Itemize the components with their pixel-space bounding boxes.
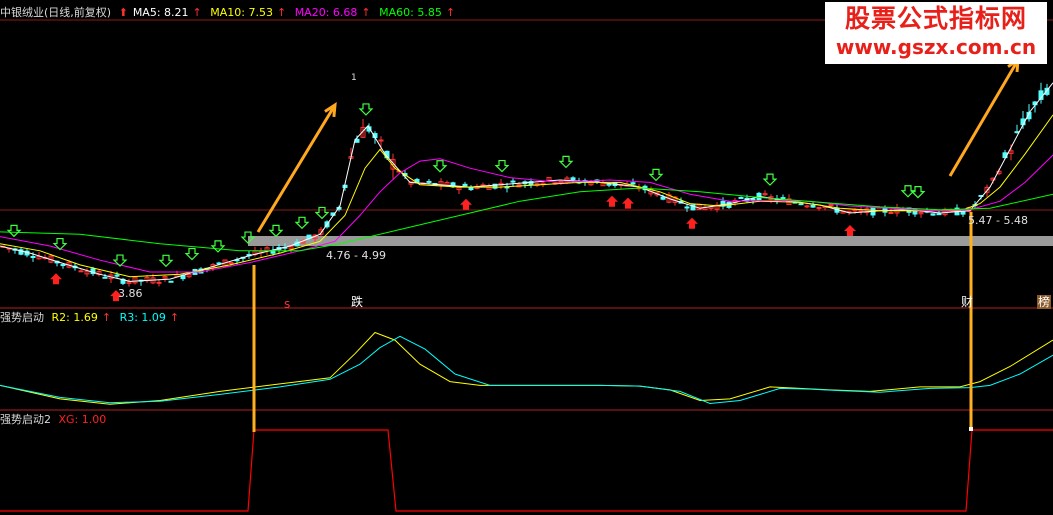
candle-body xyxy=(228,262,234,265)
support-band xyxy=(248,236,1053,246)
sell-signal-red-arrow-icon xyxy=(460,198,472,210)
price-range-left: 4.76 - 4.99 xyxy=(326,249,386,262)
candle-body xyxy=(930,213,936,216)
candle-body xyxy=(462,183,468,187)
ma5-label: MA5: 8.21 xyxy=(132,6,189,19)
indicator1-title: 强势启动 xyxy=(0,311,44,324)
candle-body xyxy=(102,276,108,279)
r2-label: R2: 1.69 xyxy=(51,311,98,324)
buy-signal-green-arrow-icon xyxy=(6,224,22,238)
candle-body xyxy=(510,180,516,183)
signal-line-xg xyxy=(0,429,1053,512)
stock-title: 中银绒业(日线,前复权) xyxy=(0,6,112,19)
candle-body xyxy=(606,183,612,186)
buy-signal-green-arrow-icon xyxy=(268,224,284,238)
stock-chart xyxy=(0,19,1053,512)
buy-signal-green-arrow-icon xyxy=(210,240,226,253)
event-tag-cai[interactable]: 财 xyxy=(961,295,973,309)
up-arrow-icon: ↑ xyxy=(276,6,287,19)
sell-signal-red-arrow-icon xyxy=(50,273,62,285)
trend-arrow-2 xyxy=(948,59,1020,177)
ma10-label: MA10: 7.53 xyxy=(210,6,273,19)
candle-body xyxy=(78,270,84,273)
candle-body xyxy=(570,177,576,180)
up-arrow-icon: ⬆ xyxy=(118,6,128,19)
watermark-line1: 股票公式指标网 xyxy=(844,4,1027,33)
candle-body xyxy=(660,196,666,200)
sell-signal-red-arrow-icon xyxy=(686,217,698,229)
candle-body xyxy=(168,280,174,283)
ma20-label: MA20: 6.68 xyxy=(294,6,358,19)
buy-signal-green-arrow-icon xyxy=(494,159,510,173)
peak-tick-label: 1 xyxy=(351,73,357,83)
up-arrow-icon: ↑ xyxy=(192,6,202,19)
ma-line-ma10 xyxy=(0,114,1053,278)
buy-signal-green-arrow-icon xyxy=(294,216,310,230)
candle-body xyxy=(888,211,894,214)
buy-signal-green-arrow-icon xyxy=(910,186,926,199)
sell-signal-red-arrow-icon xyxy=(622,197,634,209)
ma60-label: MA60: 5.85 xyxy=(379,6,442,19)
candle-body xyxy=(738,196,744,199)
buy-signal-green-arrow-icon xyxy=(762,173,778,186)
buy-signal-green-arrow-icon xyxy=(184,247,200,261)
indicator2-header: 强势启动2 XG: 1.00 xyxy=(0,413,110,427)
event-tag-die[interactable]: 跌 xyxy=(351,295,363,309)
main-header: 中银绒业(日线,前复权) ⬆ MA5: 8.21 ↑ MA10: 7.53 ↑ MA2… xyxy=(0,6,460,20)
candle-body xyxy=(750,198,756,201)
candle-body xyxy=(684,206,690,209)
candle-body xyxy=(780,197,786,200)
candle-body xyxy=(630,182,636,185)
indicator1-header: 强势启动 R2: 1.69 ↑ R3: 1.09 ↑ xyxy=(0,311,184,325)
candle-body xyxy=(798,203,804,206)
r3-label: R3: 1.09 xyxy=(119,311,166,324)
event-tag-s[interactable]: s xyxy=(284,297,290,311)
candle-body xyxy=(816,206,822,209)
up-arrow-icon: ↑ xyxy=(169,311,180,324)
watermark-line2: www.gszx.com.cn xyxy=(835,35,1037,59)
trend-arrow-1 xyxy=(256,104,337,233)
candle-body xyxy=(810,204,816,208)
candle-body xyxy=(30,256,36,259)
candle-body xyxy=(426,180,432,183)
buy-signal-green-arrow-icon xyxy=(432,160,448,173)
candle-body xyxy=(936,213,942,216)
buy-signal-green-arrow-icon xyxy=(158,254,174,268)
price-low-label: 3.86 xyxy=(118,287,143,300)
candle-body xyxy=(468,186,474,191)
buy-signal-green-arrow-icon xyxy=(314,206,330,220)
candle-body xyxy=(156,281,162,284)
up-arrow-icon: ↑ xyxy=(445,6,456,19)
indicator2-title: 强势启动2 xyxy=(0,413,51,426)
candle-body xyxy=(960,211,966,215)
signal-bar-marker xyxy=(969,427,973,431)
candle-body xyxy=(804,205,810,208)
buy-signal-green-arrow-icon xyxy=(358,103,374,116)
sell-signal-red-arrow-icon xyxy=(606,195,618,207)
buy-signal-green-arrow-icon xyxy=(558,155,574,169)
buy-signal-green-arrow-icon xyxy=(648,168,664,182)
event-tag-bang[interactable]: 榜 xyxy=(1037,295,1052,309)
candle-body xyxy=(60,264,66,267)
up-arrow-icon: ↑ xyxy=(101,311,112,324)
watermark-logo: 股票公式指标网 www.gszx.com.cn xyxy=(825,2,1047,64)
candle-body xyxy=(828,204,834,207)
candle-body xyxy=(114,274,120,277)
indicator-line-r3 xyxy=(0,335,1053,405)
sell-signal-red-arrow-icon xyxy=(844,225,856,237)
indicator-line-r2 xyxy=(0,331,1053,405)
up-arrow-icon: ↑ xyxy=(361,6,371,19)
price-range-right: 5.47 - 5.48 xyxy=(968,214,1028,227)
xg-label: XG: 1.00 xyxy=(58,413,107,426)
